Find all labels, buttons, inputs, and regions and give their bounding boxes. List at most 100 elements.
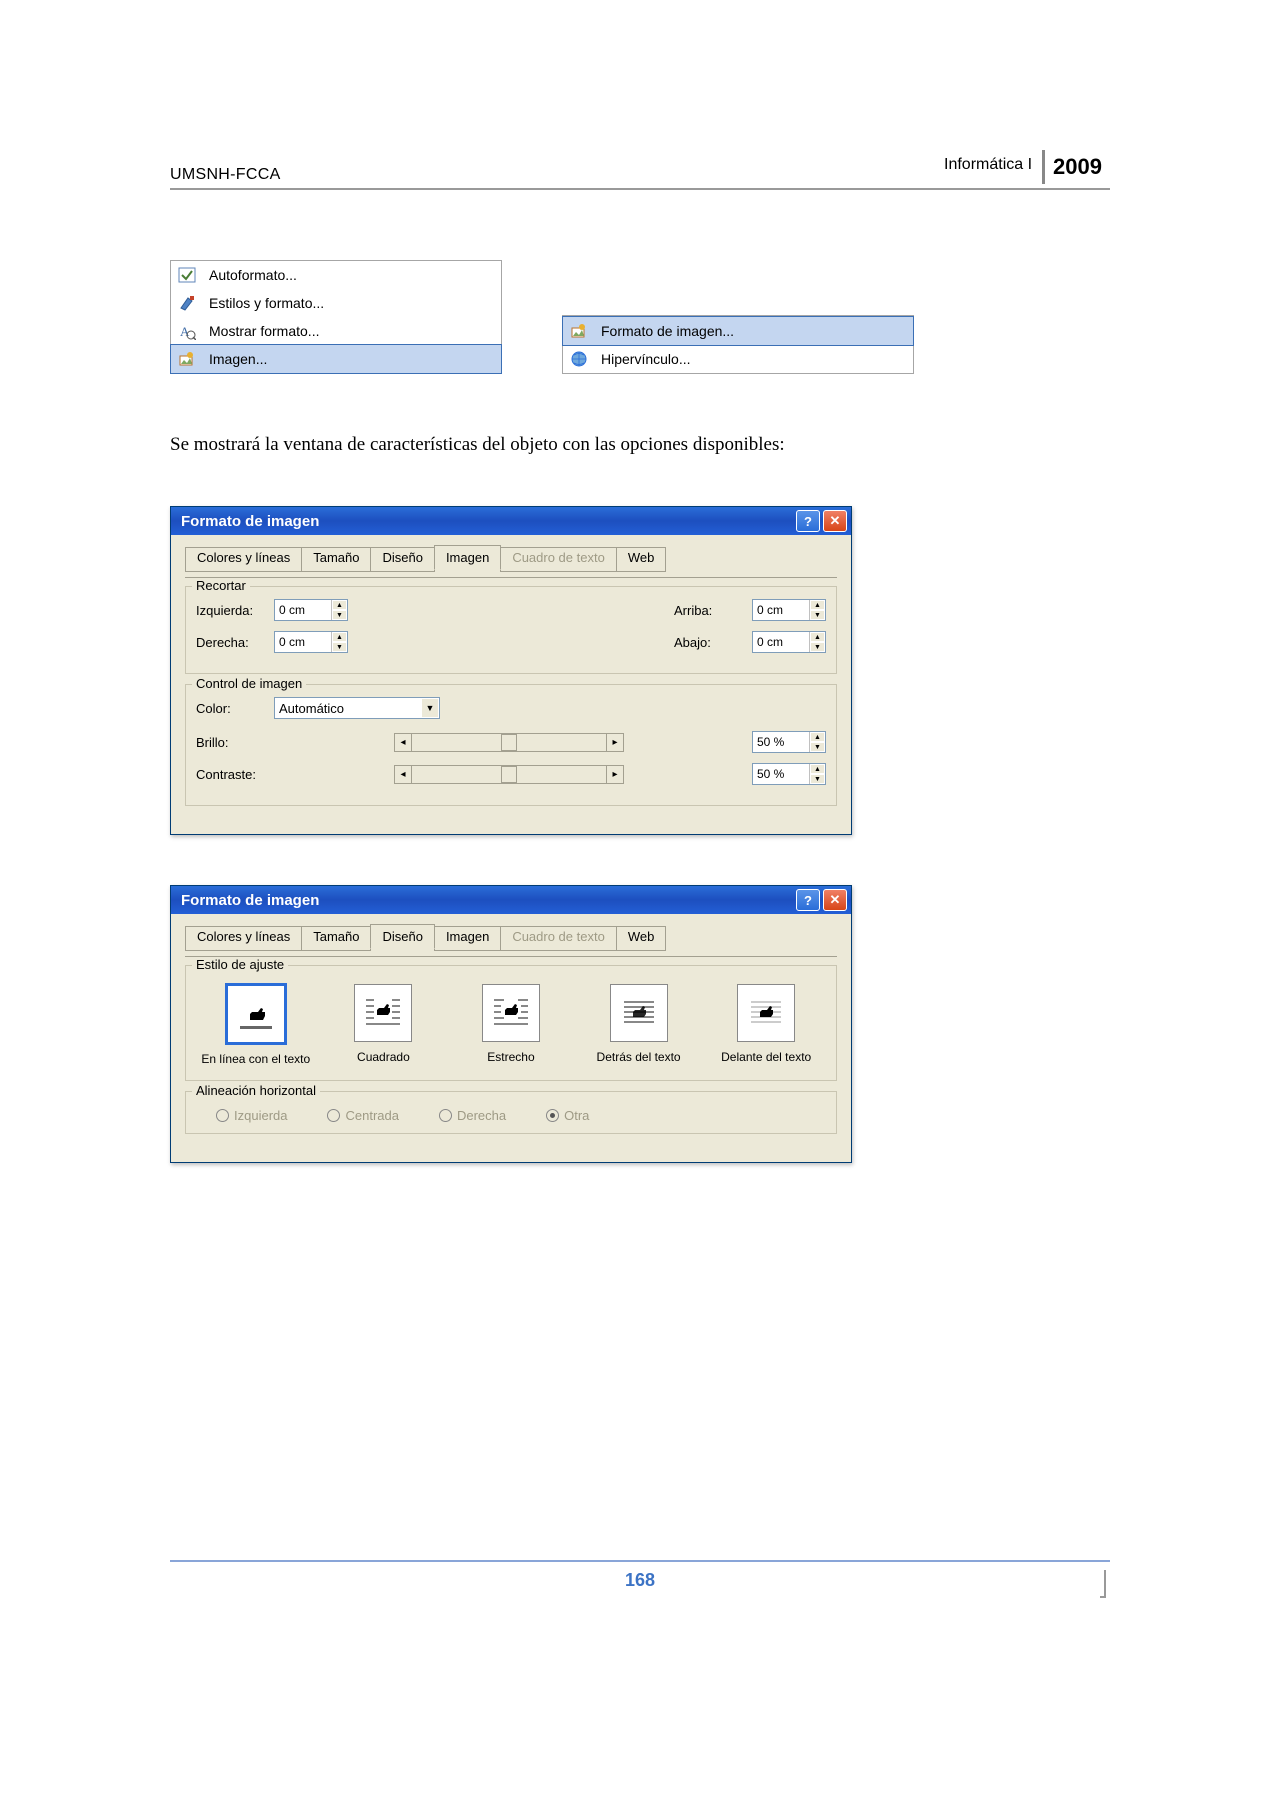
spin-down[interactable]: ▼ [810, 774, 825, 784]
close-button[interactable]: ✕ [823, 510, 847, 532]
brightness-spinbox[interactable]: ▲▼ [752, 731, 826, 753]
group-crop: Recortar Izquierda: ▲▼ Arriba: [185, 586, 837, 674]
group-title: Recortar [192, 578, 250, 593]
menu-item-show-format[interactable]: A Mostrar formato... [171, 317, 501, 345]
crop-top-input[interactable] [753, 600, 809, 620]
wrap-inline[interactable] [226, 984, 286, 1044]
group-horizontal-align: Alineación horizontal Izquierda Centrada [185, 1091, 837, 1134]
titlebar[interactable]: Formato de imagen ? ✕ [171, 886, 851, 914]
spin-up[interactable]: ▲ [810, 632, 825, 642]
tab-colors-lines[interactable]: Colores y líneas [185, 926, 302, 951]
brightness-label: Brillo: [196, 735, 266, 750]
menu-item-label: Estilos y formato... [209, 295, 324, 311]
menu-item-label: Formato de imagen... [601, 323, 734, 339]
slider-right-arrow[interactable]: ▸ [606, 733, 624, 752]
tab-size[interactable]: Tamaño [301, 547, 371, 572]
dialog-title: Formato de imagen [181, 892, 319, 909]
styles-icon [175, 292, 199, 314]
spin-down[interactable]: ▼ [332, 642, 347, 652]
tab-layout[interactable]: Diseño [370, 547, 434, 572]
page-footer: 168 [170, 1560, 1110, 1591]
wrap-front[interactable] [737, 984, 795, 1042]
crop-bottom-input[interactable] [753, 632, 809, 652]
crop-left-input[interactable] [275, 600, 331, 620]
tab-strip: Colores y líneas Tamaño Diseño Imagen Cu… [185, 545, 837, 570]
tab-colors-lines[interactable]: Colores y líneas [185, 547, 302, 572]
tab-size[interactable]: Tamaño [301, 926, 371, 951]
body-paragraph: Se mostrará la ventana de característica… [170, 434, 1110, 456]
spin-up[interactable]: ▲ [332, 632, 347, 642]
crop-bottom-label: Abajo: [674, 635, 744, 650]
contrast-input[interactable] [753, 764, 809, 784]
autoformat-icon [175, 264, 199, 286]
document-header: UMSNH-FCCA Informática I 2009 [170, 150, 1110, 190]
dropdown-icon[interactable]: ▼ [421, 698, 439, 718]
slider-thumb[interactable] [501, 766, 517, 783]
radio-center: Centrada [327, 1108, 398, 1123]
wrap-square[interactable] [354, 984, 412, 1042]
menu-item-format-image[interactable]: Formato de imagen... [562, 316, 914, 346]
hyperlink-icon [567, 348, 591, 370]
crop-top-spinbox[interactable]: ▲▼ [752, 599, 826, 621]
tab-strip: Colores y líneas Tamaño Diseño Imagen Cu… [185, 924, 837, 949]
wrap-label: Delante del texto [706, 1050, 826, 1064]
tab-textbox: Cuadro de texto [500, 547, 617, 572]
header-left: UMSNH-FCCA [170, 166, 281, 184]
dialog-title: Formato de imagen [181, 513, 319, 530]
menu-item-label: Mostrar formato... [209, 323, 319, 339]
color-combobox[interactable]: Automático ▼ [274, 697, 440, 719]
crop-right-spinbox[interactable]: ▲▼ [274, 631, 348, 653]
slider-left-arrow[interactable]: ◂ [394, 733, 412, 752]
group-title: Estilo de ajuste [192, 957, 288, 972]
contrast-label: Contraste: [196, 767, 266, 782]
tab-layout[interactable]: Diseño [370, 924, 434, 949]
menu-item-image[interactable]: Imagen... [170, 344, 502, 374]
help-button[interactable]: ? [796, 510, 820, 532]
color-label: Color: [196, 701, 266, 716]
wrap-tight[interactable] [482, 984, 540, 1042]
slider-left-arrow[interactable]: ◂ [394, 765, 412, 784]
spin-up[interactable]: ▲ [332, 600, 347, 610]
contrast-spinbox[interactable]: ▲▼ [752, 763, 826, 785]
radio-label: Centrada [345, 1108, 398, 1123]
radio-label: Derecha [457, 1108, 506, 1123]
spin-down[interactable]: ▼ [810, 742, 825, 752]
image-format-icon [567, 320, 591, 342]
spin-up[interactable]: ▲ [810, 732, 825, 742]
menu-item-autoformat[interactable]: Autoformato... [171, 261, 501, 289]
radio-right: Derecha [439, 1108, 506, 1123]
tab-image[interactable]: Imagen [434, 545, 501, 570]
wrap-behind[interactable] [610, 984, 668, 1042]
wrap-label: Estrecho [451, 1050, 571, 1064]
brightness-input[interactable] [753, 732, 809, 752]
tab-image[interactable]: Imagen [434, 926, 501, 951]
menu-item-styles[interactable]: Estilos y formato... [171, 289, 501, 317]
brightness-slider[interactable]: ◂ ▸ [394, 733, 624, 752]
slider-right-arrow[interactable]: ▸ [606, 765, 624, 784]
titlebar[interactable]: Formato de imagen ? ✕ [171, 507, 851, 535]
spin-up[interactable]: ▲ [810, 764, 825, 774]
header-year: 2009 [1045, 150, 1110, 184]
tab-web[interactable]: Web [616, 547, 667, 572]
tab-web[interactable]: Web [616, 926, 667, 951]
wrap-label: Detrás del texto [579, 1050, 699, 1064]
help-button[interactable]: ? [796, 889, 820, 911]
crop-left-label: Izquierda: [196, 603, 266, 618]
page-number: 168 [170, 1570, 1110, 1591]
menu-item-hyperlink[interactable]: Hipervínculo... [563, 345, 913, 373]
show-format-icon: A [175, 320, 199, 342]
close-button[interactable]: ✕ [823, 889, 847, 911]
crop-left-spinbox[interactable]: ▲▼ [274, 599, 348, 621]
spin-up[interactable]: ▲ [810, 600, 825, 610]
spin-down[interactable]: ▼ [810, 610, 825, 620]
group-title: Control de imagen [192, 676, 306, 691]
crop-right-label: Derecha: [196, 635, 266, 650]
spin-down[interactable]: ▼ [332, 610, 347, 620]
color-value: Automático [279, 701, 344, 716]
slider-thumb[interactable] [501, 734, 517, 751]
crop-bottom-spinbox[interactable]: ▲▼ [752, 631, 826, 653]
contrast-slider[interactable]: ◂ ▸ [394, 765, 624, 784]
group-title: Alineación horizontal [192, 1083, 320, 1098]
crop-right-input[interactable] [275, 632, 331, 652]
spin-down[interactable]: ▼ [810, 642, 825, 652]
